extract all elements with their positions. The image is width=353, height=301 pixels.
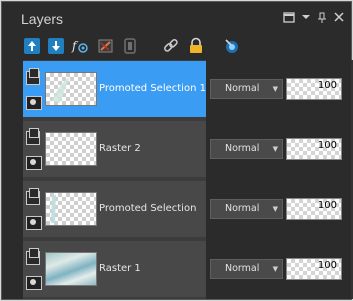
panel-title: Layers [21, 11, 64, 27]
visibility-eye-icon[interactable] [26, 216, 42, 230]
visibility-eye-icon[interactable] [26, 156, 42, 170]
dropdown-icon[interactable] [299, 12, 313, 26]
layer-thumbnail [45, 252, 97, 286]
chevron-down-icon: ▼ [272, 145, 278, 153]
close-icon[interactable] [332, 12, 346, 26]
chevron-down-icon: ▼ [272, 205, 278, 213]
layer-properties: Normal ▼ 100 Normal ▼ 100 Normal ▼ 100 Norm… [210, 60, 351, 299]
group-icon[interactable] [120, 36, 140, 56]
layer-properties-row: Normal ▼ 100 [210, 241, 351, 297]
layer-row[interactable]: Raster 2 [23, 121, 206, 177]
layer-name: Promoted Selection 1 [99, 83, 206, 94]
opacity-field[interactable]: 100 [286, 78, 342, 100]
layer-name: Raster 2 [99, 143, 141, 154]
opacity-field[interactable]: 100 [286, 138, 342, 160]
panel-titlebar: Layers [2, 2, 351, 32]
visibility-toggle-icon[interactable]: f [70, 36, 90, 56]
opacity-field[interactable]: 100 [286, 258, 342, 280]
chevron-down-icon: ▼ [272, 85, 278, 93]
mask-icon[interactable] [96, 36, 116, 56]
chevron-down-icon: ▼ [272, 265, 278, 273]
view-options-icon[interactable] [222, 36, 242, 56]
layer-name: Promoted Selection [99, 203, 197, 214]
blend-mode-select[interactable]: Normal ▼ [210, 259, 283, 279]
visibility-eye-icon[interactable] [26, 96, 42, 110]
layer-row[interactable]: Raster 1 [23, 241, 206, 297]
svg-text:f: f [71, 39, 79, 53]
layer-thumbnail [45, 192, 97, 226]
layer-type-icon [26, 128, 40, 145]
blend-mode-select[interactable]: Normal ▼ [210, 79, 283, 99]
layer-list: Promoted Selection 1 Raster 2 Promoted S… [23, 60, 206, 299]
layer-row[interactable]: Promoted Selection [23, 181, 206, 237]
link-icon[interactable] [160, 36, 180, 56]
blend-mode-select[interactable]: Normal ▼ [210, 139, 283, 159]
new-vector-layer-icon[interactable] [46, 36, 66, 56]
new-raster-layer-icon[interactable] [22, 36, 42, 56]
visibility-eye-icon[interactable] [26, 276, 42, 290]
layer-type-icon [26, 188, 40, 205]
layer-properties-row: Normal ▼ 100 [210, 181, 351, 237]
window-icon[interactable] [282, 12, 296, 26]
lock-icon[interactable] [186, 36, 206, 56]
layer-properties-row: Normal ▼ 100 [210, 61, 351, 117]
blend-mode-select[interactable]: Normal ▼ [210, 199, 283, 219]
layer-thumbnail [45, 132, 97, 166]
layer-type-icon [26, 248, 40, 265]
layers-toolbar: f [2, 33, 351, 59]
layers-panel: Layers f Promoted Selection 1 Raster 2 P… [1, 1, 353, 300]
opacity-field[interactable]: 100 [286, 198, 342, 220]
layer-properties-row: Normal ▼ 100 [210, 121, 351, 177]
layer-row[interactable]: Promoted Selection 1 [23, 61, 206, 117]
pin-icon[interactable] [315, 12, 329, 26]
layer-type-icon [26, 68, 40, 85]
layer-name: Raster 1 [99, 263, 141, 274]
layer-thumbnail [45, 72, 97, 106]
